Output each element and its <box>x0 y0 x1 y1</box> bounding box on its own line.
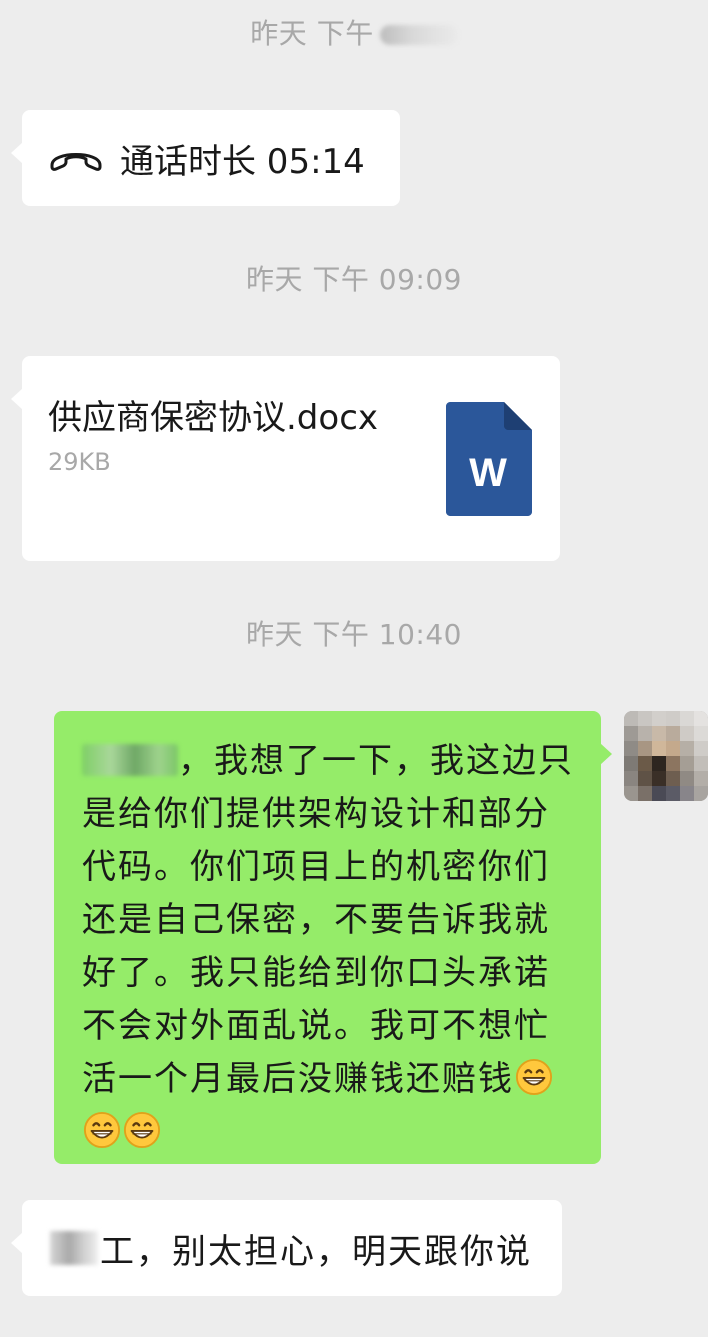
file-message-bubble[interactable]: 供应商保密协议.docx 29KB W <box>11 356 560 561</box>
chat-window: 昨天 下午 通话时长 05:14 昨天 下午 09:09 供应商保密协议.doc… <box>0 0 708 1337</box>
timestamp: 昨天 下午 09:09 <box>246 263 462 296</box>
grinning-face-icon <box>515 1058 553 1096</box>
sent-message-bubble[interactable]: ，我想了一下，我这边只是给你们提供架构设计和部分代码。你们项目上的机密你们还是自… <box>54 711 612 1164</box>
timestamp: 昨天 下午 <box>0 14 708 54</box>
file-size: 29KB <box>48 448 111 476</box>
blurred-name <box>50 1231 98 1265</box>
timestamp: 昨天 下午 10:40 <box>246 618 462 651</box>
message-body: ，我想了一下，我这边只是给你们提供架构设计和部分代码。你们项目上的机密你们还是自… <box>82 741 574 1099</box>
received-message-bubble[interactable]: 工，别太担心，明天跟你说 <box>11 1200 562 1296</box>
word-icon-letter: W <box>469 451 507 495</box>
avatar[interactable] <box>624 711 708 801</box>
blurred-time <box>379 25 458 45</box>
message-text: ，我想了一下，我这边只是给你们提供架构设计和部分代码。你们项目上的机密你们还是自… <box>82 735 579 1159</box>
grinning-face-icon <box>123 1111 161 1149</box>
message-text: 工，别太担心，明天跟你说 <box>100 1231 532 1272</box>
file-name: 供应商保密协议.docx <box>48 398 379 438</box>
timestamp-text: 昨天 下午 <box>250 17 374 50</box>
call-record-bubble[interactable]: 通话时长 05:14 <box>11 110 400 206</box>
phone-hangup-icon <box>50 153 102 171</box>
grinning-face-icon <box>83 1111 121 1149</box>
word-document-icon: W <box>446 402 532 516</box>
blurred-name <box>82 744 178 776</box>
call-duration-text: 通话时长 05:14 <box>120 141 365 182</box>
